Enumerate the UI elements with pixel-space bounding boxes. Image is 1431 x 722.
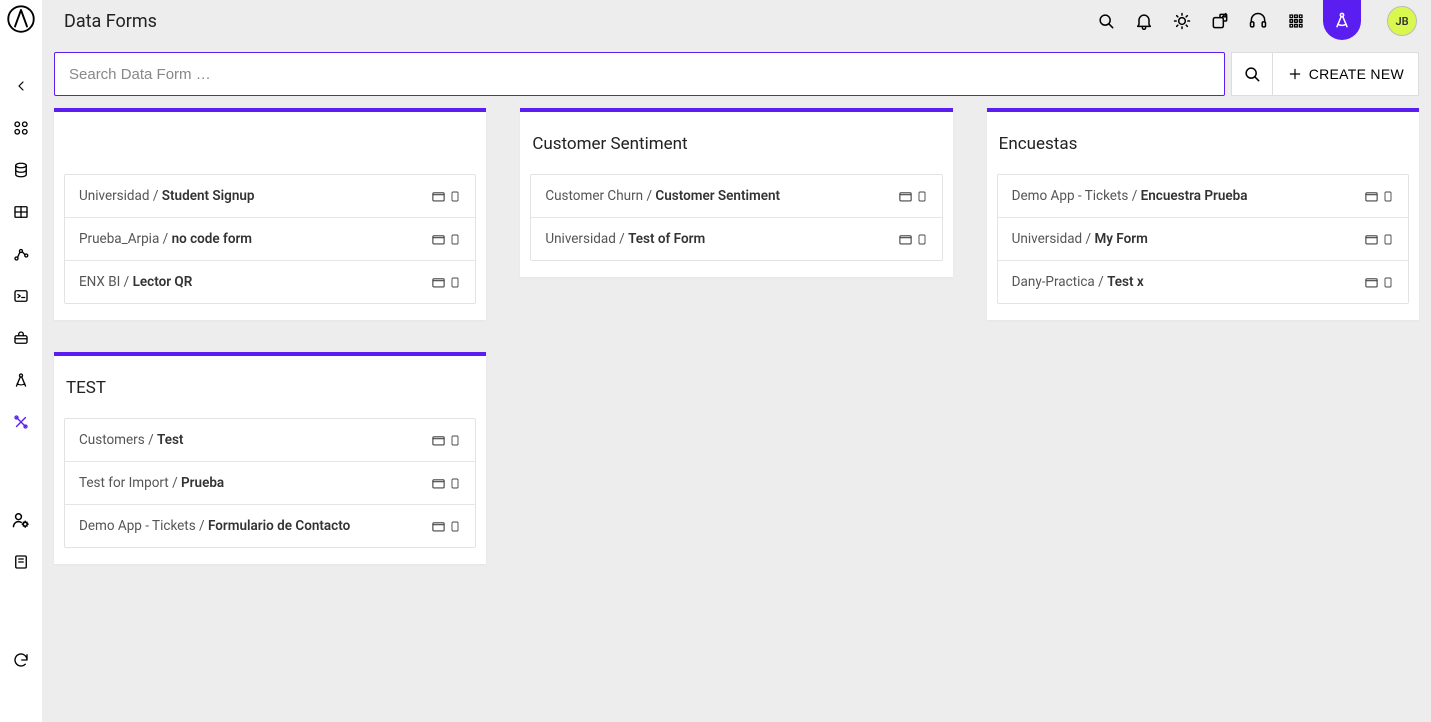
list-item[interactable]: Demo App - Tickets / Formulario de Conta… — [65, 504, 475, 547]
device-icons — [1364, 189, 1394, 204]
book-icon[interactable] — [11, 552, 31, 572]
apps-grid-icon[interactable] — [1285, 10, 1307, 32]
panel-list: Customer Churn / Customer Sentiment Unive… — [530, 174, 942, 261]
device-icons — [431, 232, 461, 247]
panel-list: Customers / Test Test for Import / Prueba… — [64, 418, 476, 548]
list-item-label: Universidad / Student Signup — [79, 188, 254, 204]
device-icons — [898, 232, 928, 247]
device-icons — [431, 519, 461, 534]
create-new-label: CREATE NEW — [1309, 66, 1404, 82]
refresh-icon[interactable] — [11, 650, 31, 670]
collapse-icon[interactable] — [11, 76, 31, 96]
bell-icon[interactable] — [1133, 10, 1155, 32]
device-icons — [898, 189, 928, 204]
panel-card: Encuestas Demo App - Tickets / Encuestra … — [987, 108, 1419, 320]
toolbox-icon[interactable] — [11, 328, 31, 348]
header-icons: JB — [1095, 2, 1417, 40]
list-item-label: ENX BI / Lector QR — [79, 274, 192, 290]
panel-card: Customer Sentiment Customer Churn / Custo… — [520, 108, 952, 277]
active-tool-badge-icon[interactable] — [1323, 0, 1361, 40]
sidebar-rail — [0, 0, 42, 722]
create-new-button[interactable]: CREATE NEW — [1272, 52, 1419, 96]
search-icon[interactable] — [1095, 10, 1117, 32]
page-header: Data Forms — [42, 0, 1431, 42]
list-item[interactable]: Universidad / Test of Form — [531, 217, 941, 260]
panel-card: Universidad / Student Signup Prueba_Arpia… — [54, 108, 486, 320]
list-item[interactable]: Customers / Test — [65, 419, 475, 461]
brand-logo-icon[interactable] — [6, 4, 36, 34]
drafting-compass-icon[interactable] — [11, 370, 31, 390]
device-icons — [431, 189, 461, 204]
headset-icon[interactable] — [1247, 10, 1269, 32]
list-item-label: Customer Churn / Customer Sentiment — [545, 188, 780, 204]
list-item-label: Universidad / Test of Form — [545, 231, 705, 247]
app-root: Data Forms — [0, 0, 1431, 722]
list-item-label: Prueba_Arpia / no code form — [79, 231, 252, 247]
device-icons — [1364, 232, 1394, 247]
list-item[interactable]: Universidad / My Form — [998, 217, 1408, 260]
nodes-icon[interactable] — [11, 118, 31, 138]
device-icons — [431, 433, 461, 448]
database-icon[interactable] — [11, 160, 31, 180]
search-field-wrap — [54, 52, 1225, 96]
share-icon[interactable] — [1209, 10, 1231, 32]
list-item[interactable]: Customer Churn / Customer Sentiment — [531, 175, 941, 217]
panel-card: TEST Customers / Test Test for Import / Pr… — [54, 352, 486, 564]
avatar[interactable]: JB — [1387, 6, 1417, 36]
device-icons — [1364, 275, 1394, 290]
device-icons — [431, 476, 461, 491]
panel-title: TEST — [66, 378, 476, 400]
list-item[interactable]: Demo App - Tickets / Encuestra Prueba — [998, 175, 1408, 217]
list-item[interactable]: Test for Import / Prueba — [65, 461, 475, 504]
graph-icon[interactable] — [11, 244, 31, 264]
list-item-label: Customers / Test — [79, 432, 183, 448]
search-button[interactable] — [1231, 52, 1273, 96]
list-item[interactable]: ENX BI / Lector QR — [65, 260, 475, 303]
tools-icon[interactable] — [11, 412, 31, 432]
panel-title: Customer Sentiment — [532, 134, 942, 156]
panels-grid: Universidad / Student Signup Prueba_Arpia… — [42, 108, 1431, 722]
lightbulb-icon[interactable] — [1171, 10, 1193, 32]
panel-title — [66, 134, 476, 156]
user-settings-icon[interactable] — [11, 510, 31, 530]
panel-title: Encuestas — [999, 134, 1409, 156]
list-item[interactable]: Prueba_Arpia / no code form — [65, 217, 475, 260]
panel-list: Demo App - Tickets / Encuestra Prueba Uni… — [997, 174, 1409, 304]
list-item-label: Test for Import / Prueba — [79, 475, 224, 491]
device-icons — [431, 275, 461, 290]
sidebar-icons — [11, 76, 31, 670]
panel-list: Universidad / Student Signup Prueba_Arpia… — [64, 174, 476, 304]
list-item[interactable]: Universidad / Student Signup — [65, 175, 475, 217]
main-area: Data Forms — [42, 0, 1431, 722]
page-title: Data Forms — [64, 11, 157, 32]
list-item-label: Universidad / My Form — [1012, 231, 1148, 247]
search-input[interactable] — [54, 52, 1225, 96]
list-item-label: Demo App - Tickets / Formulario de Conta… — [79, 518, 350, 534]
list-item[interactable]: Dany-Practica / Test x — [998, 260, 1408, 303]
list-item-label: Demo App - Tickets / Encuestra Prueba — [1012, 188, 1248, 204]
table-icon[interactable] — [11, 202, 31, 222]
terminal-icon[interactable] — [11, 286, 31, 306]
list-item-label: Dany-Practica / Test x — [1012, 274, 1144, 290]
toolbar: CREATE NEW — [42, 42, 1431, 108]
